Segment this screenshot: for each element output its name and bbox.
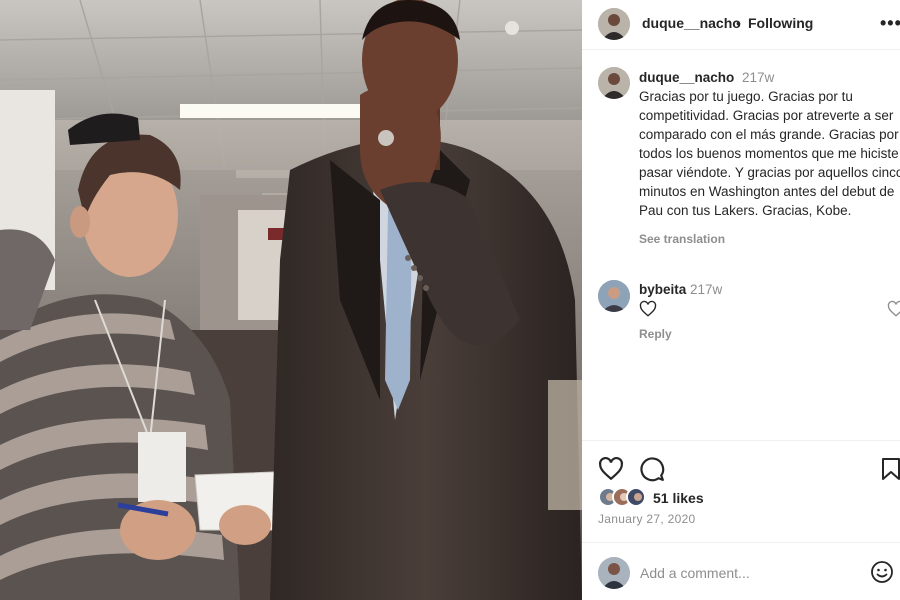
instagram-post: duque__nacho • Following ••• duque__nach…: [0, 0, 900, 600]
photo-illustration: [0, 0, 582, 600]
add-comment-input[interactable]: [640, 558, 860, 588]
caption-time[interactable]: 217w: [742, 70, 774, 85]
comment-avatar[interactable]: [598, 280, 630, 312]
likes-count[interactable]: 51 likes: [653, 490, 704, 506]
following-button[interactable]: Following: [748, 15, 813, 31]
post-date[interactable]: January 27, 2020: [598, 512, 696, 526]
avatar-image: [598, 557, 630, 589]
caption-username[interactable]: duque__nacho: [639, 70, 734, 85]
comment-heart-icon[interactable]: [639, 300, 657, 318]
avatar-image: [598, 280, 630, 312]
avatar-image: [598, 67, 630, 99]
post-photo[interactable]: [0, 0, 582, 600]
caption-avatar[interactable]: [598, 67, 630, 99]
post-panel: duque__nacho • Following ••• duque__nach…: [582, 0, 900, 600]
liker-avatars[interactable]: [598, 487, 650, 509]
avatar-image: [598, 8, 630, 40]
smiley-icon[interactable]: [870, 560, 894, 584]
caption: duque__nacho 217w Gracias por tu juego. …: [639, 68, 900, 220]
reply-button[interactable]: Reply: [639, 327, 672, 341]
comment-time[interactable]: 217w: [690, 282, 722, 297]
post-header: duque__nacho • Following •••: [582, 0, 900, 50]
author-avatar[interactable]: [598, 8, 630, 40]
viewer-avatar: [598, 557, 630, 589]
bookmark-icon[interactable]: [880, 457, 900, 481]
more-options-icon[interactable]: •••: [880, 13, 900, 34]
like-heart-icon[interactable]: [598, 456, 624, 482]
liker-avatar: [626, 487, 646, 507]
comment-username[interactable]: bybeita: [639, 282, 686, 297]
actions-divider: [582, 440, 900, 441]
header-separator: •: [736, 15, 741, 31]
comment-like-icon[interactable]: [887, 300, 900, 318]
author-username[interactable]: duque__nacho: [642, 15, 741, 31]
comment-divider: [582, 542, 900, 543]
see-translation-link[interactable]: See translation: [639, 232, 725, 246]
comment-icon[interactable]: [639, 456, 665, 482]
avatar-image: [628, 489, 644, 505]
caption-text: Gracias por tu juego. Gracias por tu com…: [639, 89, 900, 218]
